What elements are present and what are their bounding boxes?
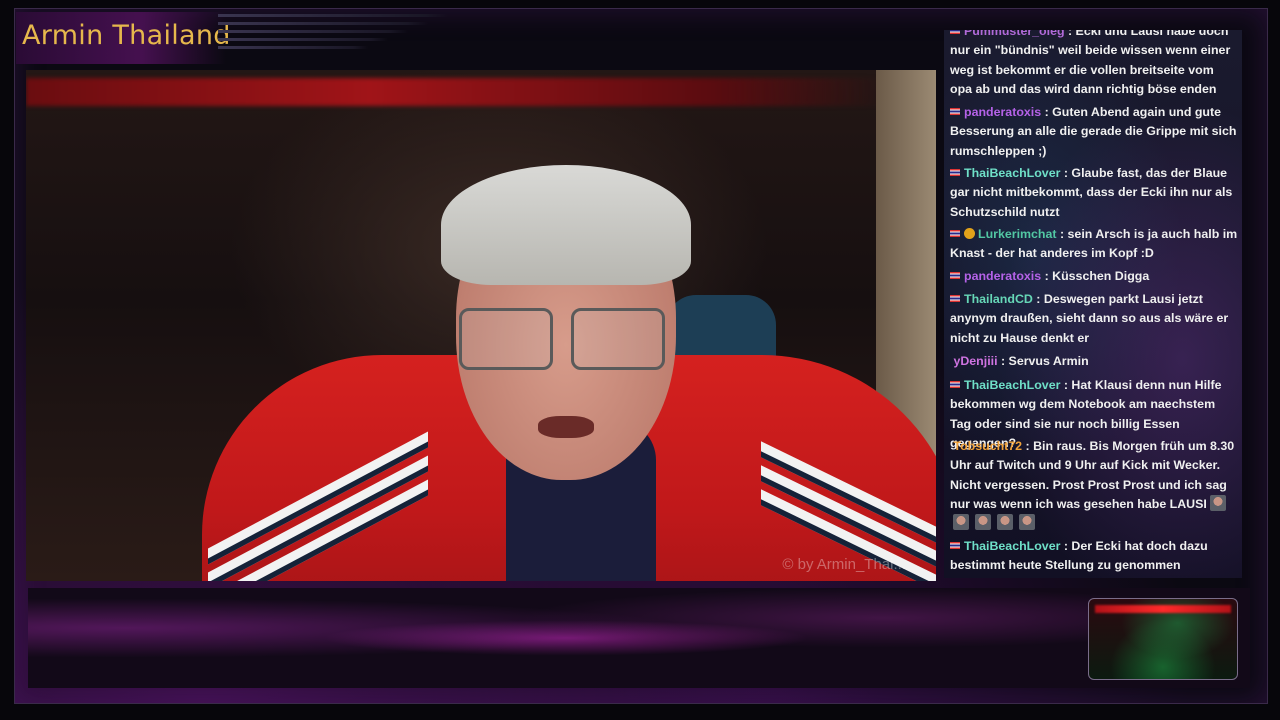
- chat-username[interactable]: ThaiBeachLover: [964, 166, 1060, 180]
- emote-icon: [1019, 514, 1035, 531]
- watermark: © by Armin_Thai...: [782, 556, 906, 573]
- thai-flag-icon: [950, 108, 960, 115]
- chat-message: panderatoxis : Küsschen Digga: [950, 267, 1238, 286]
- thai-flag-icon: [950, 169, 960, 176]
- emote-icon: [997, 514, 1013, 531]
- chat-username[interactable]: panderatoxis: [964, 269, 1041, 283]
- thai-flag-icon: [950, 30, 960, 34]
- chat-text: : Küsschen Digga: [1044, 269, 1150, 283]
- thumbnail-red-light: [1095, 605, 1231, 613]
- thai-flag-icon: [950, 295, 960, 302]
- chat-message: ThaiBeachLover : Der Ecki hat doch dazu …: [950, 537, 1238, 576]
- secondary-camera-thumbnail: [1088, 598, 1238, 680]
- emote-icon: [953, 514, 969, 531]
- thai-flag-icon: [950, 230, 960, 237]
- stream-title: Armin Thailand: [22, 20, 231, 51]
- thai-flag-icon: [950, 381, 960, 388]
- chat-username[interactable]: panderatoxis: [964, 105, 1041, 119]
- chat-message: Tobsucht72 : Bin raus. Bis Morgen früh u…: [950, 437, 1238, 533]
- thai-flag-icon: [950, 542, 960, 549]
- glasses: [459, 308, 665, 370]
- chat-username[interactable]: Lurkerimchat: [978, 227, 1057, 241]
- chat-username[interactable]: Pummuster_oleg: [964, 30, 1065, 38]
- chat-message: yDenjiii : Servus Armin: [950, 352, 1238, 371]
- chat-username[interactable]: Tobsucht72: [953, 439, 1022, 453]
- streamer-hair: [441, 165, 691, 285]
- chat-message: ThaiBeachLover : Glaube fast, das der Bl…: [950, 164, 1238, 222]
- chat-text: : Servus Armin: [1000, 354, 1089, 368]
- chat-message: Lurkerimchat : sein Arsch is ja auch hal…: [950, 225, 1238, 264]
- chat-message: ThailandCD : Deswegen parkt Lausi jetzt …: [950, 290, 1238, 348]
- streamer-mouth: [538, 416, 594, 438]
- chat-panel[interactable]: Pummuster_oleg : Ecki und Lausi habe doc…: [944, 30, 1242, 578]
- thai-flag-icon: [950, 272, 960, 279]
- chat-message: Pummuster_oleg : Ecki und Lausi habe doc…: [950, 30, 1238, 99]
- chat-username[interactable]: ThaiBeachLover: [964, 539, 1060, 553]
- chat-username[interactable]: ThaiBeachLover: [964, 378, 1060, 392]
- chat-text: : Ecki und Lausi habe doch nur ein "bünd…: [950, 30, 1231, 96]
- title-decoration: [218, 14, 458, 62]
- background-red-light: [26, 78, 886, 106]
- gold-badge-icon: [964, 228, 975, 239]
- chat-message: panderatoxis : Guten Abend again und gut…: [950, 103, 1238, 161]
- chat-username[interactable]: yDenjiii: [953, 354, 997, 368]
- webcam-video: © by Armin_Thai...: [26, 70, 936, 581]
- emote-icon: [1209, 494, 1226, 511]
- chat-username[interactable]: ThailandCD: [964, 292, 1033, 306]
- emote-icon: [975, 514, 991, 531]
- bottom-decoration-bar: [28, 588, 1250, 688]
